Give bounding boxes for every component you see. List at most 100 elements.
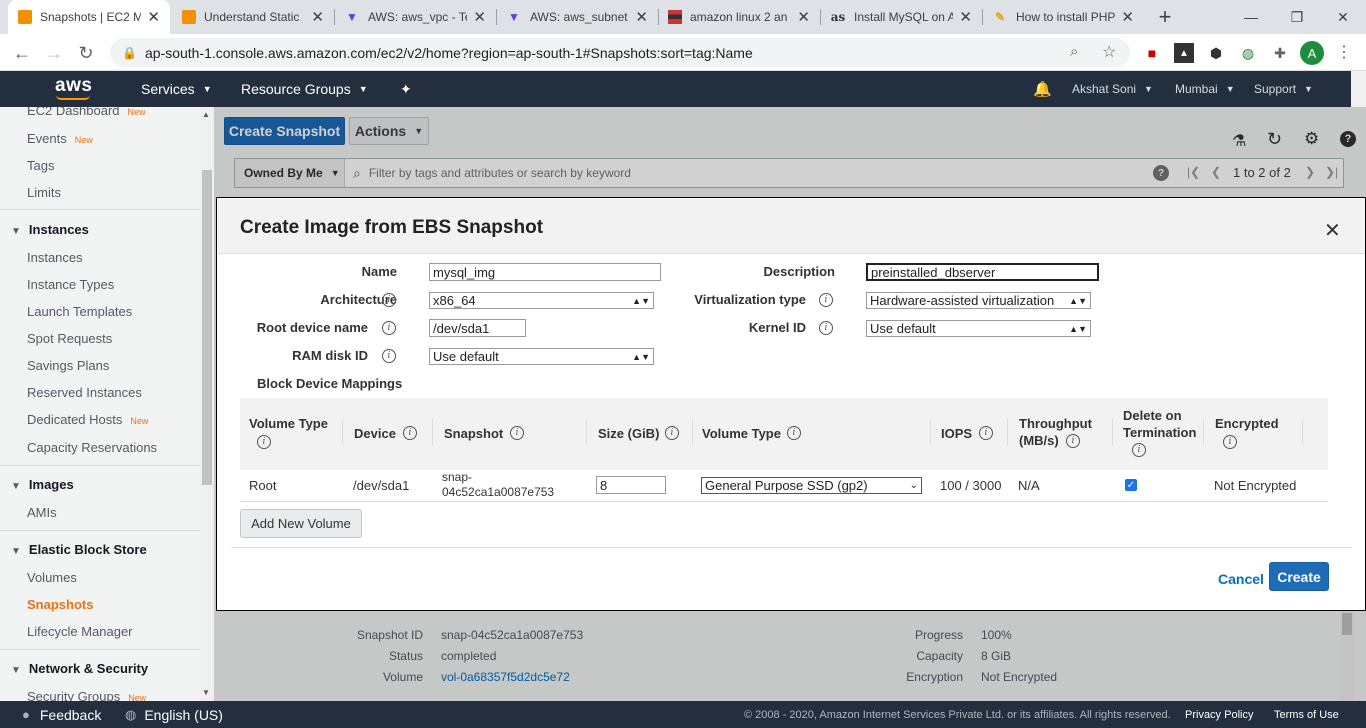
support-menu[interactable]: Support ▼ [1254,71,1313,107]
cancel-link[interactable]: Cancel [1218,571,1264,587]
info-icon[interactable]: i [382,349,396,363]
close-icon[interactable]: ✕ [147,8,160,26]
info-icon[interactable]: i [979,426,993,440]
bookmark-star-icon[interactable]: ☆ [1102,42,1116,62]
sidebar-item-limits[interactable]: Limits [27,185,61,200]
sidebar-item-events[interactable]: Events New [27,131,93,146]
sidebar-section-images[interactable]: ▼ Images [11,477,74,492]
sidebar-item-lifecycle-manager[interactable]: Lifecycle Manager [27,624,133,639]
close-icon[interactable]: ✕ [1121,8,1134,26]
info-icon[interactable]: i [382,321,396,335]
reload-icon[interactable]: ↻ [72,39,100,67]
page-scrollbar-top[interactable] [1351,71,1366,107]
region-menu[interactable]: Mumbai ▼ [1175,71,1235,107]
scroll-up-icon[interactable]: ▲ [202,110,210,119]
sidebar-item-security-groups[interactable]: Security Groups New [27,689,146,701]
sidebar-item-amis[interactable]: AMIs [27,505,57,520]
zoom-icon[interactable]: ⌕ [1070,43,1078,60]
sidebar-item-spot-requests[interactable]: Spot Requests [27,331,112,346]
tab-title: Understand Static [204,10,300,24]
ebs-volume-type-select[interactable]: General Purpose SSD (gp2) ⌄ [701,477,922,494]
kernel-select[interactable]: Use default ▲▼ [866,320,1091,337]
sidebar-item-capacity-reservations[interactable]: Capacity Reservations [27,440,157,455]
virtualization-select[interactable]: Hardware-assisted virtualization ▲▼ [866,292,1091,309]
extension-cube-icon[interactable]: ⬢ [1206,43,1226,63]
size-input[interactable]: 8 [596,476,666,494]
feedback-link[interactable]: ● Feedback [22,701,101,728]
close-icon[interactable]: ✕ [1324,218,1341,243]
address-bar[interactable]: 🔒 ap-south-1.console.aws.amazon.com/ec2/… [110,38,1130,67]
info-icon[interactable]: i [382,293,396,307]
bell-icon[interactable]: 🔔 [1033,71,1052,107]
window-close-icon[interactable]: ✕ [1320,0,1366,34]
close-icon[interactable]: ✕ [635,8,648,26]
close-icon[interactable]: ✕ [797,8,810,26]
info-icon[interactable]: i [403,426,417,440]
profile-avatar[interactable]: A [1300,41,1324,65]
info-icon[interactable]: i [819,321,833,335]
sidebar-section-instances[interactable]: ▼ Instances [11,222,89,237]
resource-groups-menu[interactable]: Resource Groups ▼ [241,71,368,107]
extension-icon[interactable]: ■ [1142,43,1162,63]
menu-dots-icon[interactable]: ⋮ [1336,42,1352,62]
close-icon[interactable]: ✕ [473,8,486,26]
speech-bubble-icon: ● [22,707,30,722]
new-tab-button[interactable]: + [1152,4,1178,30]
add-new-volume-button[interactable]: Add New Volume [240,509,362,538]
sidebar-item-launch-templates[interactable]: Launch Templates [27,304,132,319]
column-divider [1203,418,1204,446]
delete-on-termination-checkbox[interactable]: ✓ [1125,479,1137,491]
browser-tab[interactable]: ▼ AWS: aws_subnet ✕ [496,0,658,34]
sidebar-section-network-security[interactable]: ▼ Network & Security [11,661,148,676]
info-icon[interactable]: i [1223,435,1237,449]
user-menu[interactable]: Akshat Soni ▼ [1072,71,1153,107]
description-input[interactable]: preinstalled_dbserver [866,263,1099,281]
services-label: Services [141,81,195,97]
sidebar-item-tags[interactable]: Tags [27,158,54,173]
name-input[interactable]: mysql_img [429,263,661,281]
create-button[interactable]: Create [1269,562,1329,591]
sidebar-item-snapshots[interactable]: Snapshots [27,597,93,612]
info-icon[interactable]: i [510,426,524,440]
pin-icon[interactable]: ✦ [400,71,412,107]
language-selector[interactable]: ◍ English (US) [125,701,223,728]
browser-tab[interactable]: as Install MySQL on A ✕ [820,0,982,34]
minimize-icon[interactable]: — [1228,0,1274,34]
forward-arrow-icon[interactable]: → [40,39,68,67]
scroll-down-icon[interactable]: ▼ [202,688,210,697]
info-icon[interactable]: i [819,293,833,307]
architecture-select[interactable]: x86_64 ▲▼ [429,292,654,309]
info-icon[interactable]: i [1066,434,1080,448]
close-icon[interactable]: ✕ [311,8,324,26]
back-arrow-icon[interactable]: ← [8,39,36,67]
info-icon[interactable]: i [1132,443,1146,457]
info-icon[interactable]: i [665,426,679,440]
cell-throughput: N/A [1018,478,1040,493]
browser-tab[interactable]: Understand Static ✕ [172,0,334,34]
globe-extension-icon[interactable]: ◍ [1238,43,1258,63]
sidebar-item-volumes[interactable]: Volumes [27,570,77,585]
browser-tab[interactable]: amazon linux 2 an ✕ [658,0,820,34]
browser-tab-snapshots[interactable]: Snapshots | EC2 M ✕ [8,0,170,34]
sidebar-item-ec2-dashboard[interactable]: EC2 Dashboard New [27,107,146,118]
info-icon[interactable]: i [787,426,801,440]
sidebar-item-savings-plans[interactable]: Savings Plans [27,358,109,373]
sidebar-item-instance-types[interactable]: Instance Types [27,277,114,292]
sidebar-item-instances[interactable]: Instances [27,250,83,265]
browser-tab[interactable]: ▼ AWS: aws_vpc - Te ✕ [334,0,496,34]
restore-icon[interactable]: ❐ [1274,0,1320,34]
services-menu[interactable]: Services ▼ [141,71,212,107]
sidebar-item-dedicated-hosts[interactable]: Dedicated Hosts New [27,412,148,427]
terms-of-use-link[interactable]: Terms of Use [1274,701,1339,728]
info-icon[interactable]: i [257,435,271,449]
close-icon[interactable]: ✕ [959,8,972,26]
privacy-policy-link[interactable]: Privacy Policy [1185,701,1253,728]
puzzle-extensions-icon[interactable]: ✚ [1270,43,1290,63]
sidebar-item-reserved-instances[interactable]: Reserved Instances [27,385,142,400]
sidebar-scrollbar-thumb[interactable] [202,170,212,485]
ramdisk-select[interactable]: Use default ▲▼ [429,348,654,365]
root-device-input[interactable]: /dev/sda1 [429,319,526,337]
sidebar-section-elastic-block-store[interactable]: ▼ Elastic Block Store [11,542,147,557]
extension-icon[interactable]: ▲ [1174,43,1194,63]
browser-tab[interactable]: ✎ How to install PHP ✕ [982,0,1144,34]
